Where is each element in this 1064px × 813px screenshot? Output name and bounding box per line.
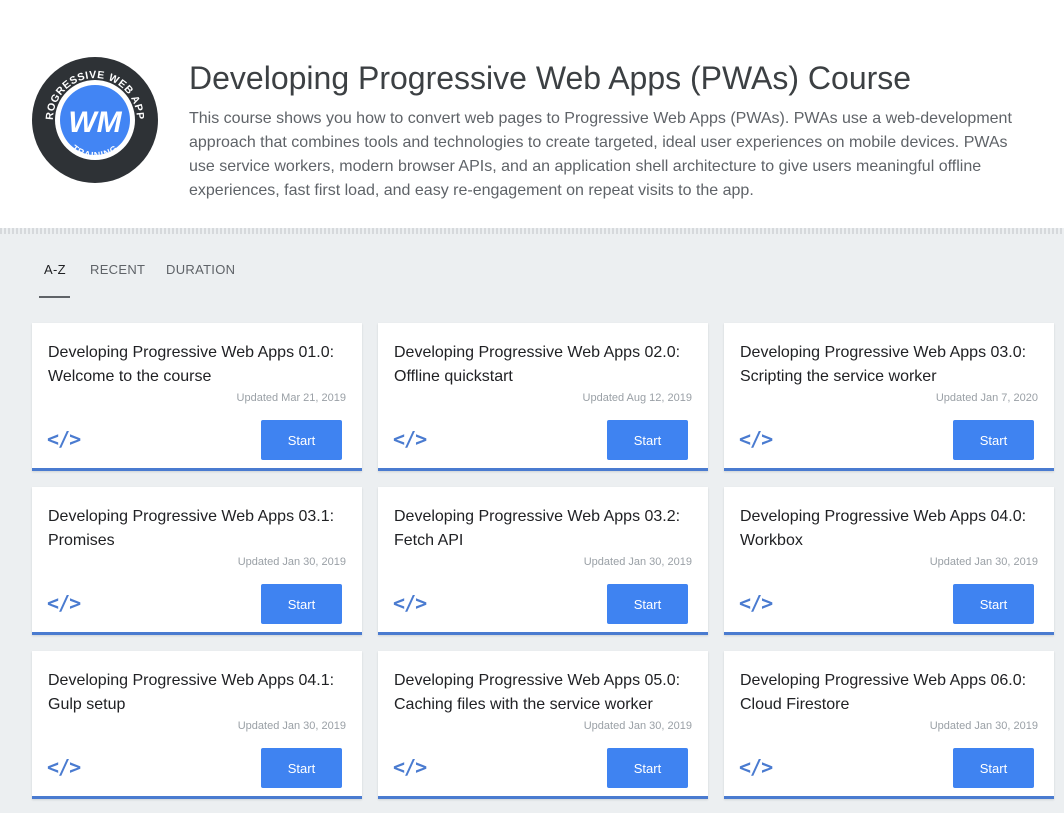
code-icon: </> — [739, 591, 773, 615]
start-button[interactable]: Start — [607, 748, 688, 788]
card-title[interactable]: Developing Progressive Web Apps 03.2: Fe… — [394, 505, 694, 553]
course-card: Developing Progressive Web Apps 03.2: Fe… — [378, 487, 708, 635]
course-card: Developing Progressive Web Apps 06.0: Cl… — [724, 651, 1054, 799]
code-icon: </> — [47, 427, 81, 451]
code-icon: </> — [47, 591, 81, 615]
card-title[interactable]: Developing Progressive Web Apps 06.0: Cl… — [740, 669, 1040, 717]
course-card: Developing Progressive Web Apps 04.1: Gu… — [32, 651, 362, 799]
start-button[interactable]: Start — [607, 584, 688, 624]
code-icon: </> — [47, 755, 81, 779]
card-updated-date: Updated Jan 30, 2019 — [237, 556, 346, 568]
start-button[interactable]: Start — [261, 584, 342, 624]
start-button[interactable]: Start — [953, 748, 1034, 788]
code-icon: </> — [393, 427, 427, 451]
card-title[interactable]: Developing Progressive Web Apps 03.0: Sc… — [740, 341, 1040, 389]
code-icon: </> — [393, 591, 427, 615]
start-button[interactable]: Start — [953, 420, 1034, 460]
card-updated-date: Updated Jan 30, 2019 — [583, 556, 692, 568]
card-updated-date: Updated Jan 30, 2019 — [929, 720, 1038, 732]
card-title[interactable]: Developing Progressive Web Apps 01.0: We… — [48, 341, 348, 389]
card-updated-date: Updated Jan 30, 2019 — [929, 556, 1038, 568]
card-title[interactable]: Developing Progressive Web Apps 04.0: Wo… — [740, 505, 1040, 553]
page-title: Developing Progressive Web Apps (PWAs) C… — [189, 60, 912, 96]
tab-a-z[interactable]: A-Z — [44, 262, 66, 298]
tab-duration[interactable]: DURATION — [166, 262, 235, 298]
course-card: Developing Progressive Web Apps 05.0: Ca… — [378, 651, 708, 799]
card-updated-date: Updated Mar 21, 2019 — [236, 392, 346, 404]
tab-recent[interactable]: RECENT — [90, 262, 145, 298]
card-updated-date: Updated Jan 30, 2019 — [237, 720, 346, 732]
card-updated-date: Updated Aug 12, 2019 — [582, 392, 692, 404]
start-button[interactable]: Start — [953, 584, 1034, 624]
pwa-training-badge-logo: PROGRESSIVE WEB APPS TRAINING WM — [31, 56, 158, 183]
card-updated-date: Updated Jan 7, 2020 — [935, 392, 1038, 404]
card-title[interactable]: Developing Progressive Web Apps 02.0: Of… — [394, 341, 694, 389]
badge-monogram: WM — [68, 106, 122, 139]
course-description: This course shows you how to convert web… — [189, 110, 1012, 199]
course-header: PROGRESSIVE WEB APPS TRAINING WM Develop… — [0, 0, 1064, 228]
course-card: Developing Progressive Web Apps 03.1: Pr… — [32, 487, 362, 635]
header-divider — [0, 228, 1064, 234]
course-card: Developing Progressive Web Apps 01.0: We… — [32, 323, 362, 471]
active-tab-indicator — [39, 296, 70, 298]
card-updated-date: Updated Jan 30, 2019 — [583, 720, 692, 732]
start-button[interactable]: Start — [607, 420, 688, 460]
start-button[interactable]: Start — [261, 748, 342, 788]
card-title[interactable]: Developing Progressive Web Apps 03.1: Pr… — [48, 505, 348, 553]
card-title[interactable]: Developing Progressive Web Apps 04.1: Gu… — [48, 669, 348, 717]
code-icon: </> — [393, 755, 427, 779]
code-icon: </> — [739, 427, 773, 451]
course-card: Developing Progressive Web Apps 03.0: Sc… — [724, 323, 1054, 471]
course-card: Developing Progressive Web Apps 02.0: Of… — [378, 323, 708, 471]
card-title[interactable]: Developing Progressive Web Apps 05.0: Ca… — [394, 669, 694, 717]
course-card: Developing Progressive Web Apps 04.0: Wo… — [724, 487, 1054, 635]
code-icon: </> — [739, 755, 773, 779]
start-button[interactable]: Start — [261, 420, 342, 460]
